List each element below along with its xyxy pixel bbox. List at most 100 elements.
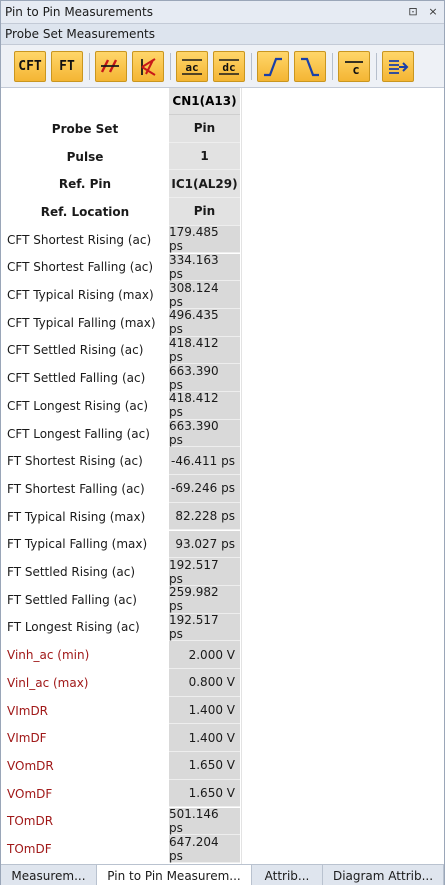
measurement-label: FT Longest Rising (ac) <box>7 620 140 635</box>
header-row-label: Ref. Location <box>40 204 130 219</box>
measurement-row[interactable]: CFT Shortest Falling (ac) 334.163 ps <box>1 253 241 282</box>
panel-title: Pin to Pin Measurements <box>5 5 153 19</box>
measurement-value[interactable]: 663.390 ps <box>169 419 240 448</box>
measurement-row[interactable]: CFT Longest Falling (ac) 663.390 ps <box>1 419 241 448</box>
measurement-row[interactable]: FT Shortest Falling (ac) -69.246 ps <box>1 475 241 503</box>
toolbar-separator <box>251 53 252 80</box>
tab-3[interactable]: Diagram Attrib... <box>323 865 444 885</box>
c-button[interactable]: c <box>338 51 370 82</box>
header-row-value[interactable]: Pin <box>169 198 240 226</box>
dc-button[interactable]: dc <box>213 51 245 82</box>
measurement-row[interactable]: VImDR 1.400 V <box>1 696 241 725</box>
tab-2[interactable]: Attrib... <box>252 865 323 885</box>
panel-titlebar: Pin to Pin Measurements ⊡ × <box>1 1 444 24</box>
measurement-row[interactable]: FT Typical Rising (max) 82.228 ps <box>1 502 241 531</box>
measurement-value[interactable]: 663.390 ps <box>169 364 240 392</box>
measurement-label: CFT Typical Rising (max) <box>7 288 154 303</box>
measurement-value[interactable]: 2.000 V <box>169 641 240 669</box>
measurement-row[interactable]: CFT Typical Rising (max) 308.124 ps <box>1 281 241 309</box>
bottom-tab-bar: Measurem... Pin to Pin Measurem... Attrib.… <box>1 864 444 885</box>
measurement-row[interactable]: VImDF 1.400 V <box>1 724 241 753</box>
measurement-label: VImDF <box>7 731 47 746</box>
measurement-row[interactable]: CFT Typical Falling (max) 496.435 ps <box>1 308 241 337</box>
header-row-value[interactable]: Pin <box>169 115 240 143</box>
measurement-value[interactable]: 418.412 ps <box>169 336 240 365</box>
rising-edge-icon <box>264 57 282 76</box>
measurement-value[interactable]: 192.517 ps <box>169 613 240 642</box>
crosstalk-k-button[interactable] <box>132 51 164 82</box>
falling-edge-icon <box>301 57 319 76</box>
falling-edge-button[interactable] <box>294 51 326 82</box>
measurement-label: FT Settled Falling (ac) <box>7 592 137 607</box>
header-row-value[interactable]: 1 <box>169 142 240 171</box>
tab-1[interactable]: Pin to Pin Measurem... <box>97 865 252 885</box>
dc-threshold-icon: dc <box>219 58 239 75</box>
measurement-value[interactable]: 1.400 V <box>169 696 240 725</box>
measurement-label: CFT Settled Rising (ac) <box>7 343 144 358</box>
header-row-value[interactable]: IC1(AL29) <box>169 170 240 199</box>
measurement-value[interactable]: 418.412 ps <box>169 391 240 420</box>
measurement-label: CFT Longest Rising (ac) <box>7 398 149 413</box>
svg-text:ac: ac <box>185 61 198 74</box>
header-row: Probe Set Pin <box>1 115 241 143</box>
measurement-value[interactable]: 1.650 V <box>169 752 240 780</box>
export-icon <box>389 59 409 74</box>
tab-0[interactable]: Measurem... <box>1 865 97 885</box>
measurement-row[interactable]: VOmDF 1.650 V <box>1 779 241 808</box>
measurement-row[interactable]: Vinl_ac (max) 0.800 V <box>1 669 241 697</box>
measurement-row[interactable]: CFT Settled Falling (ac) 663.390 ps <box>1 364 241 392</box>
svg-text:c: c <box>352 63 359 77</box>
measurement-row[interactable]: FT Longest Rising (ac) 192.517 ps <box>1 613 241 642</box>
header-row-label: Ref. Pin <box>58 177 112 192</box>
toolbar-separator <box>170 53 171 80</box>
measurement-row[interactable]: CFT Shortest Rising (ac) 179.485 ps <box>1 225 241 254</box>
measurement-label: FT Shortest Rising (ac) <box>7 454 143 469</box>
measurement-label: CFT Typical Falling (max) <box>7 315 156 330</box>
measurement-label: CFT Longest Falling (ac) <box>7 426 150 441</box>
measurement-row[interactable]: FT Settled Falling (ac) 259.982 ps <box>1 585 241 614</box>
measurement-value[interactable]: 259.982 ps <box>169 585 240 614</box>
rising-edge-button[interactable] <box>257 51 289 82</box>
grid-divider <box>241 88 242 864</box>
measurement-value[interactable]: -69.246 ps <box>169 475 240 503</box>
crosstalk-k-icon <box>141 57 156 76</box>
ft-button[interactable]: FT <box>51 51 83 82</box>
ac-button[interactable]: ac <box>176 51 208 82</box>
measurement-row[interactable]: TOmDF 647.204 ps <box>1 835 241 863</box>
measurement-row[interactable]: FT Settled Rising (ac) 192.517 ps <box>1 558 241 586</box>
measurement-value[interactable]: 82.228 ps <box>169 502 240 531</box>
ft-label: FT <box>59 59 75 74</box>
measurement-label: FT Typical Rising (max) <box>7 509 146 524</box>
measurement-row[interactable]: FT Typical Falling (max) 93.027 ps <box>1 530 241 559</box>
measurement-value[interactable]: 93.027 ps <box>169 530 240 559</box>
measurement-value[interactable]: 0.800 V <box>169 669 240 697</box>
measurement-label: VImDR <box>7 703 49 718</box>
capacitance-icon: c <box>345 60 363 77</box>
measurement-value[interactable]: 192.517 ps <box>169 558 240 586</box>
measurement-value[interactable]: -46.411 ps <box>169 447 240 476</box>
measurement-value[interactable]: 308.124 ps <box>169 281 240 309</box>
measurement-label: CFT Settled Falling (ac) <box>7 371 146 386</box>
measurement-value[interactable]: 501.146 ps <box>169 807 240 836</box>
close-icon[interactable]: × <box>426 4 440 20</box>
measurement-row[interactable]: CFT Settled Rising (ac) 418.412 ps <box>1 336 241 365</box>
measurement-row[interactable]: CFT Longest Rising (ac) 418.412 ps <box>1 391 241 420</box>
measurement-value[interactable]: 647.204 ps <box>169 835 240 863</box>
measurement-value[interactable]: 1.400 V <box>169 724 240 753</box>
measurement-row[interactable]: VOmDR 1.650 V <box>1 752 241 780</box>
measurement-row[interactable]: TOmDR 501.146 ps <box>1 807 241 836</box>
measurement-value[interactable]: 496.435 ps <box>169 308 240 337</box>
measurement-value[interactable]: 179.485 ps <box>169 225 240 254</box>
cft-button[interactable]: CFT <box>14 51 46 82</box>
float-window-icon[interactable]: ⊡ <box>406 4 420 20</box>
measurement-row[interactable]: Vinh_ac (min) 2.000 V <box>1 641 241 669</box>
measurement-value[interactable]: 1.650 V <box>169 779 240 808</box>
measurements-grid: CN1(A13) Probe Set Pin Pulse 1 Ref. Pin IC1(A… <box>1 88 444 864</box>
measurement-label: Vinh_ac (min) <box>7 648 90 663</box>
measurement-row[interactable]: FT Shortest Rising (ac) -46.411 ps <box>1 447 241 476</box>
measurement-label: FT Shortest Falling (ac) <box>7 481 145 496</box>
export-button[interactable] <box>382 51 414 82</box>
crosstalk-h-button[interactable] <box>95 51 127 82</box>
measurement-value[interactable]: 334.163 ps <box>169 253 240 282</box>
header-row: Ref. Location Pin <box>1 198 241 226</box>
